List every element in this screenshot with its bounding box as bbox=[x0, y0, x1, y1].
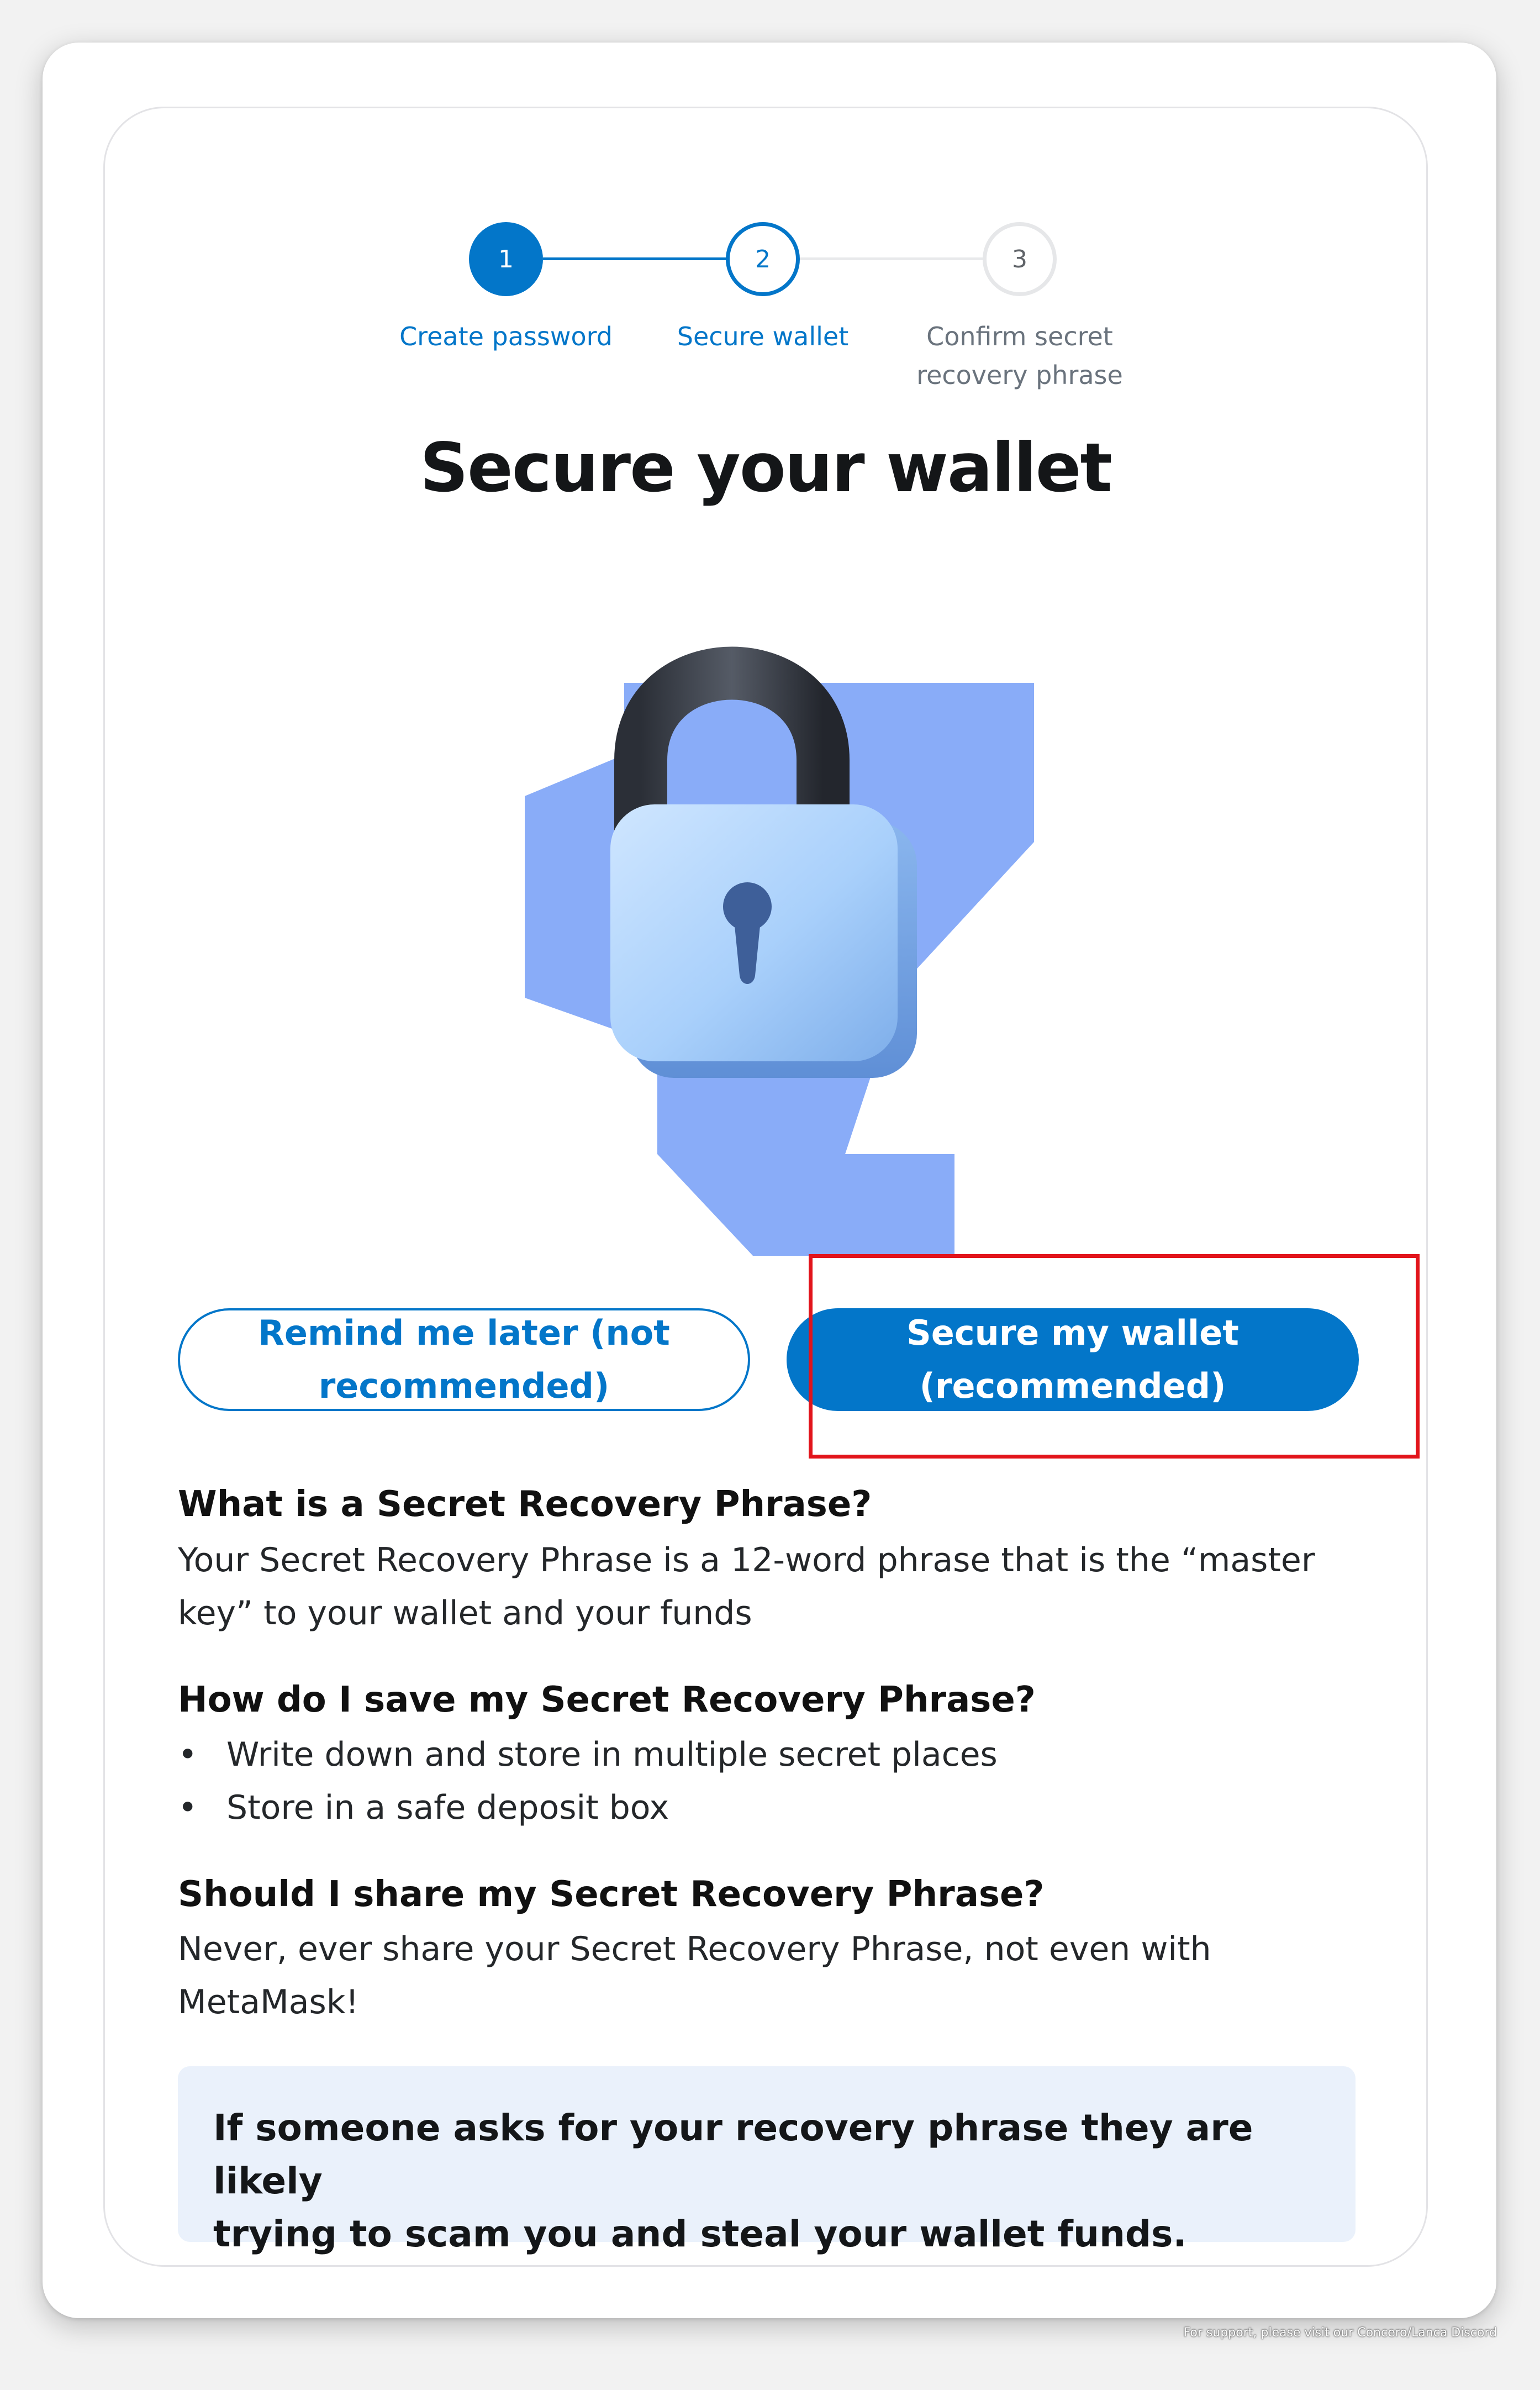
tip-list-item-1: • Write down and store in multiple secret… bbox=[178, 1728, 1365, 1781]
answer-share-srp-line2: MetaMask! bbox=[178, 1983, 359, 2022]
bullet-icon: • bbox=[178, 1788, 198, 1827]
tip-text: Write down and store in multiple secret … bbox=[226, 1735, 998, 1774]
answer-what-is-srp-line1: Your Secret Recovery Phrase is a 12-word… bbox=[178, 1541, 1315, 1580]
step-3-label: Confirm secret recovery phrase bbox=[893, 317, 1147, 394]
scam-warning-line1: If someone asks for your recovery phrase… bbox=[213, 2107, 1253, 2202]
question-share-srp: Should I share my Secret Recovery Phrase… bbox=[178, 1874, 1045, 1915]
step-2-label: Secure wallet bbox=[677, 322, 849, 351]
question-what-is-srp: What is a Secret Recovery Phrase? bbox=[178, 1484, 872, 1525]
step-2-circle: 2 bbox=[726, 222, 800, 296]
bullet-icon: • bbox=[178, 1735, 198, 1774]
question-how-to-save-srp: How do I save my Secret Recovery Phrase? bbox=[178, 1680, 1036, 1720]
page-title: Secure your wallet bbox=[420, 429, 1112, 507]
padlock-icon bbox=[525, 646, 1034, 1256]
tip-text: Store in a safe deposit box bbox=[226, 1788, 669, 1827]
step-3-circle: 3 bbox=[983, 222, 1057, 296]
remind-me-later-button[interactable]: Remind me later (not recommended) bbox=[178, 1308, 750, 1411]
main-window: 1 2 3 Create password Secure wallet Conf… bbox=[43, 43, 1496, 2318]
step-connector-1-2 bbox=[543, 257, 736, 260]
support-footer: For support, please visit our Concero/La… bbox=[1183, 2326, 1497, 2340]
step-connector-2-3 bbox=[800, 257, 993, 260]
step-3-number: 3 bbox=[1012, 245, 1027, 273]
step-3-label-line1: Confirm secret bbox=[926, 322, 1113, 351]
step-2-number: 2 bbox=[755, 245, 771, 273]
remind-me-later-line2: recommended) bbox=[318, 1366, 610, 1406]
step-3-label-line2: recovery phrase bbox=[916, 360, 1123, 390]
scam-warning-line2: trying to scam you and steal your wallet… bbox=[213, 2213, 1187, 2255]
onboarding-card: 1 2 3 Create password Secure wallet Conf… bbox=[103, 107, 1428, 2267]
step-1-number: 1 bbox=[498, 245, 514, 273]
answer-share-srp-line1: Never, ever share your Secret Recovery P… bbox=[178, 1930, 1211, 1968]
tip-list-item-2: • Store in a safe deposit box bbox=[178, 1781, 1365, 1834]
step-1-circle: 1 bbox=[469, 222, 543, 296]
highlight-annotation-box bbox=[809, 1254, 1420, 1459]
remind-me-later-line1: Remind me later (not bbox=[258, 1313, 670, 1353]
step-1-label: Create password bbox=[399, 322, 613, 351]
scam-warning-banner: If someone asks for your recovery phrase… bbox=[178, 2066, 1356, 2255]
answer-what-is-srp-line2: key” to your wallet and your funds bbox=[178, 1594, 752, 1633]
